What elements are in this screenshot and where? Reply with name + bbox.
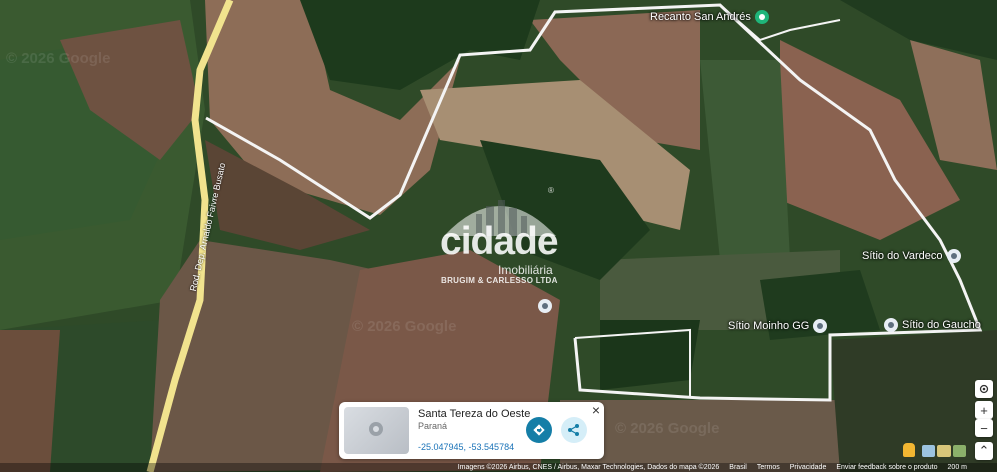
logo-subtitle: Imobiliária <box>498 263 553 277</box>
location-pin-icon <box>538 299 552 313</box>
share-icon <box>568 424 579 436</box>
registered-mark: ® <box>548 186 554 195</box>
place-label: Sítio do Vardeco <box>862 250 943 262</box>
location-title: Santa Tereza do Oeste <box>418 408 531 420</box>
place-sitio-do-gaucho[interactable]: Sítio do Gaucho <box>884 318 981 332</box>
privacy-link[interactable]: Privacidade <box>790 464 827 471</box>
country-link[interactable]: Brasil <box>729 464 747 471</box>
map-watermark: © 2026 Google <box>6 50 111 67</box>
park-pin-icon <box>754 10 769 24</box>
imagery-credit: Imagens ©2026 Airbus, CNES / Airbus, Max… <box>457 464 720 471</box>
layer-thumb-icon <box>922 445 936 457</box>
location-subtitle: Paraná <box>418 421 448 431</box>
location-info-card[interactable]: Santa Tereza do Oeste Paraná -25.047945,… <box>339 402 604 459</box>
location-thumbnail[interactable] <box>344 407 409 454</box>
location-pin-icon <box>813 319 828 333</box>
zoom-in-button[interactable]: + <box>975 401 993 419</box>
expand-button[interactable]: ⌃ <box>975 442 993 460</box>
location-pin-icon <box>946 249 961 263</box>
map-pin-icon <box>369 422 383 436</box>
scale-bar[interactable]: 200 m <box>948 464 967 471</box>
map-watermark: © 2026 Google <box>352 318 457 335</box>
close-icon[interactable]: × <box>592 402 600 418</box>
map-watermark: © 2026 Google <box>615 420 720 437</box>
location-coordinates[interactable]: -25.047945, -53.545784 <box>418 442 514 452</box>
place-recanto-san-andres[interactable]: Recanto San Andrés <box>650 10 769 24</box>
place-label: Recanto San Andrés <box>650 11 751 23</box>
my-location-button[interactable] <box>975 380 993 398</box>
zoom-out-button[interactable]: − <box>975 419 993 437</box>
terms-link[interactable]: Termos <box>757 464 780 471</box>
logo-wordmark: cidade <box>440 220 559 263</box>
layer-thumb-icon <box>952 445 966 457</box>
selected-location-marker[interactable] <box>538 299 552 313</box>
street-view-pegman-icon[interactable] <box>903 443 915 457</box>
place-label: Sítio Moinho GG <box>728 320 810 332</box>
place-label: Sítio do Gaucho <box>902 319 981 331</box>
place-sitio-do-vardeco[interactable]: Sítio do Vardeco <box>862 249 961 263</box>
map-layers-toggle[interactable] <box>922 445 966 457</box>
location-pin-icon <box>884 318 898 332</box>
crosshair-icon <box>979 384 989 394</box>
attribution-bar: Imagens ©2026 Airbus, CNES / Airbus, Max… <box>0 463 997 472</box>
logo-company: BRUGIM & CARLESSO LTDA <box>441 276 558 285</box>
directions-icon <box>533 424 545 436</box>
feedback-link[interactable]: Enviar feedback sobre o produto <box>836 464 937 471</box>
layer-thumb-icon <box>937 445 951 457</box>
place-sitio-moinho-gg[interactable]: Sítio Moinho GG <box>728 319 828 333</box>
share-button[interactable] <box>561 417 587 443</box>
directions-button[interactable] <box>526 417 552 443</box>
